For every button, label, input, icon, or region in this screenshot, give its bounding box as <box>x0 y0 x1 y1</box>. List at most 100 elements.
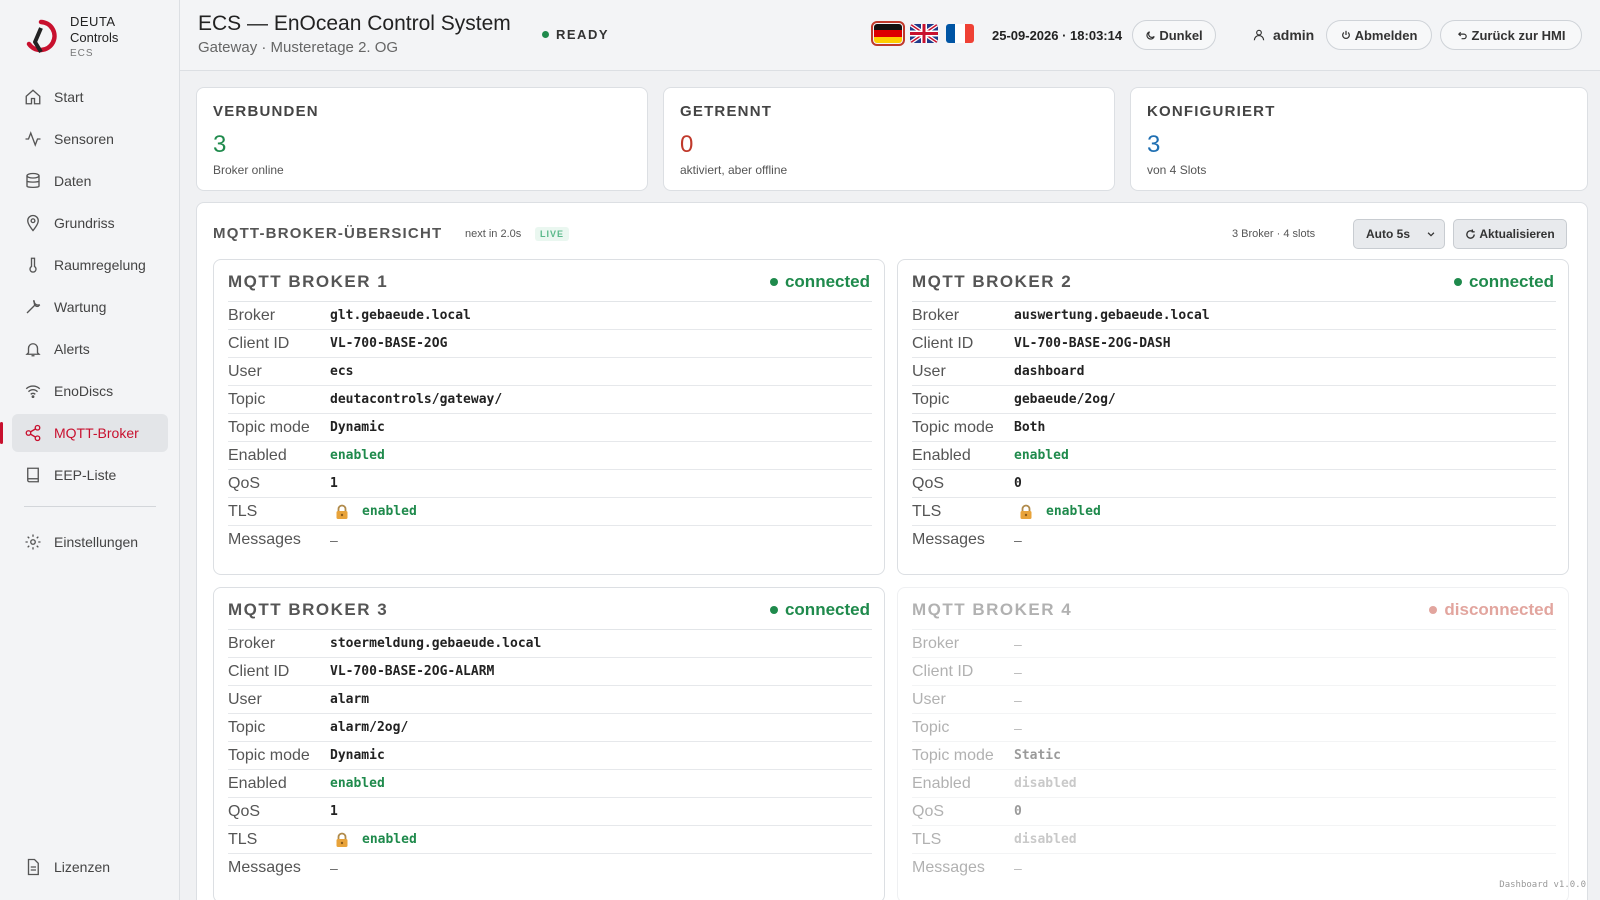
sidebar-item-start[interactable]: Start <box>12 78 168 116</box>
theme-toggle-button[interactable]: Dunkel <box>1132 20 1216 50</box>
sidebar-item-enodiscs[interactable]: EnoDiscs <box>12 372 168 410</box>
sidebar-item-label: Sensoren <box>54 131 114 147</box>
broker-row-user: User alarm <box>228 686 872 714</box>
broker-row-value: glt.gebaeude.local <box>330 308 471 323</box>
stat-label: GETRENNT <box>680 103 773 120</box>
broker-qos-value: 1 <box>330 804 338 819</box>
broker-card-2: MQTT BROKER 2 connected Broker auswertun… <box>897 259 1569 575</box>
user-icon <box>1253 29 1265 41</box>
sidebar-item-mqtt-broker[interactable]: MQTT-Broker <box>0 414 168 452</box>
back-to-hmi-button[interactable]: Zurück zur HMI <box>1440 20 1582 50</box>
sidebar-item-daten[interactable]: Daten <box>12 162 168 200</box>
broker-row-label: Messages <box>912 531 985 548</box>
broker-row-value: VL-700-BASE-2OG-DASH <box>1014 336 1171 351</box>
broker-row-label: Broker <box>912 306 960 324</box>
sidebar-item-label: Lizenzen <box>54 859 111 875</box>
broker-row-label: User <box>912 362 946 380</box>
status-dot-icon <box>1429 606 1438 614</box>
broker-qos-value: 1 <box>330 476 338 491</box>
broker-client-id-value: VL-700-BASE-2OG-ALARM <box>330 664 495 679</box>
stat-label: KONFIGURIERT <box>1147 103 1276 120</box>
broker-status: disconnected <box>1429 600 1554 620</box>
stat-desc: aktiviert, aber offline <box>680 163 788 177</box>
broker-row-user: User dashboard <box>912 358 1556 386</box>
logout-label: Abmelden <box>1354 27 1418 43</box>
top-header: ECS — EnOcean Control System Gateway · M… <box>180 0 1600 71</box>
broker-row-messages: Messages – <box>912 854 1556 882</box>
refresh-interval-select[interactable]: Auto 5s <box>1353 219 1445 249</box>
sidebar-item-wartung[interactable]: Wartung <box>12 288 168 326</box>
broker-broker-value: stoermeldung.gebaeude.local <box>330 636 542 651</box>
sidebar-item-label: Alerts <box>54 341 90 357</box>
broker-row-label: Topic <box>228 718 266 736</box>
broker-detail-list: Broker stoermeldung.gebaeude.local Clien… <box>228 629 872 882</box>
broker-row-enabled: Enabled disabled <box>912 770 1556 798</box>
stat-desc: Broker online <box>213 163 284 177</box>
broker-row-value: – <box>1014 692 1022 708</box>
broker-row-enabled: Enabled enabled <box>912 442 1556 470</box>
sidebar-item-grundriss[interactable]: Grundriss <box>12 204 168 242</box>
datetime: 25-09-2026 · 18:03:14 <box>992 28 1123 43</box>
broker-row-client-id: Client ID – <box>912 658 1556 686</box>
broker-row-client-id: Client ID VL-700-BASE-2OG <box>228 330 872 358</box>
sidebar: DEUTA Controls ECS Start Sensoren Daten … <box>0 0 180 900</box>
brand-logo[interactable]: DEUTA Controls ECS <box>24 14 174 64</box>
flag-en-icon[interactable] <box>910 24 938 43</box>
broker-row-topic-mode: Topic mode Both <box>912 414 1556 442</box>
book-icon <box>27 467 39 483</box>
sidebar-item-eep-liste[interactable]: EEP-Liste <box>12 456 168 494</box>
broker-row-tls: TLS enabled <box>228 498 872 526</box>
sidebar-item-lizenzen[interactable]: Lizenzen <box>12 848 168 886</box>
sidebar-item-label: MQTT-Broker <box>54 425 139 441</box>
logout-button[interactable]: Abmelden <box>1326 20 1432 50</box>
flag-de-icon[interactable] <box>871 21 905 46</box>
broker-row-value: – <box>1014 720 1022 736</box>
broker-broker-value: – <box>1014 635 1022 652</box>
sidebar-item-sensoren[interactable]: Sensoren <box>12 120 168 158</box>
flag-fr-icon[interactable] <box>946 24 974 43</box>
share-icon <box>25 424 41 442</box>
thermometer-icon <box>29 257 37 273</box>
stat-value: 3 <box>1147 131 1161 158</box>
broker-row-label: Topic <box>228 390 266 408</box>
broker-topic-value: – <box>1014 719 1022 736</box>
broker-row-user: User ecs <box>228 358 872 386</box>
broker-row-label: QoS <box>228 802 261 820</box>
broker-row-tls: TLS disabled <box>912 826 1556 854</box>
broker-row-value: – <box>330 860 338 876</box>
sidebar-item-raumregelung[interactable]: Raumregelung <box>12 246 168 284</box>
broker-status: connected <box>769 272 870 292</box>
broker-row-value: ecs <box>330 364 353 379</box>
broker-row-qos: QoS 1 <box>228 798 872 826</box>
document-icon <box>27 858 39 876</box>
sidebar-item-label: EEP-Liste <box>54 467 117 483</box>
user-menu[interactable]: admin <box>1252 27 1314 43</box>
sidebar-item-label: Grundriss <box>54 215 115 231</box>
refresh-button[interactable]: Aktualisieren <box>1453 219 1567 249</box>
sidebar-item-alerts[interactable]: Alerts <box>12 330 168 368</box>
system-status-label: READY <box>556 27 610 42</box>
sidebar-item-einstellungen[interactable]: Einstellungen <box>12 523 168 561</box>
deuta-logo-icon <box>26 19 57 54</box>
broker-row-label: User <box>228 362 262 380</box>
broker-row-topic-mode: Topic mode Dynamic <box>228 742 872 770</box>
broker-row-value: VL-700-BASE-2OG-ALARM <box>330 664 494 679</box>
broker-row-topic-mode: Topic mode Dynamic <box>228 414 872 442</box>
broker-topic-value: gebaeude/2og/ <box>1014 392 1116 407</box>
wifi-icon <box>25 385 41 399</box>
broker-tls-value: enabled <box>362 504 417 519</box>
broker-row-label: Topic mode <box>228 746 310 764</box>
broker-topic-value: deutacontrols/gateway/ <box>330 392 503 407</box>
broker-row-value: gebaeude/2og/ <box>1014 392 1116 407</box>
broker-row-label: Messages <box>912 859 985 876</box>
broker-messages-value: – <box>1014 860 1022 876</box>
broker-card-1: MQTT BROKER 1 connected Broker glt.gebae… <box>213 259 885 575</box>
broker-title: MQTT BROKER 3 <box>228 600 389 619</box>
refresh-label: Aktualisieren <box>1479 227 1555 241</box>
broker-row-topic-mode: Topic mode Static <box>912 742 1556 770</box>
broker-title: MQTT BROKER 4 <box>912 600 1073 619</box>
broker-row-label: Enabled <box>228 446 287 464</box>
broker-row-qos: QoS 0 <box>912 798 1556 826</box>
broker-row-label: Messages <box>228 859 301 876</box>
broker-row-messages: Messages – <box>912 526 1556 554</box>
